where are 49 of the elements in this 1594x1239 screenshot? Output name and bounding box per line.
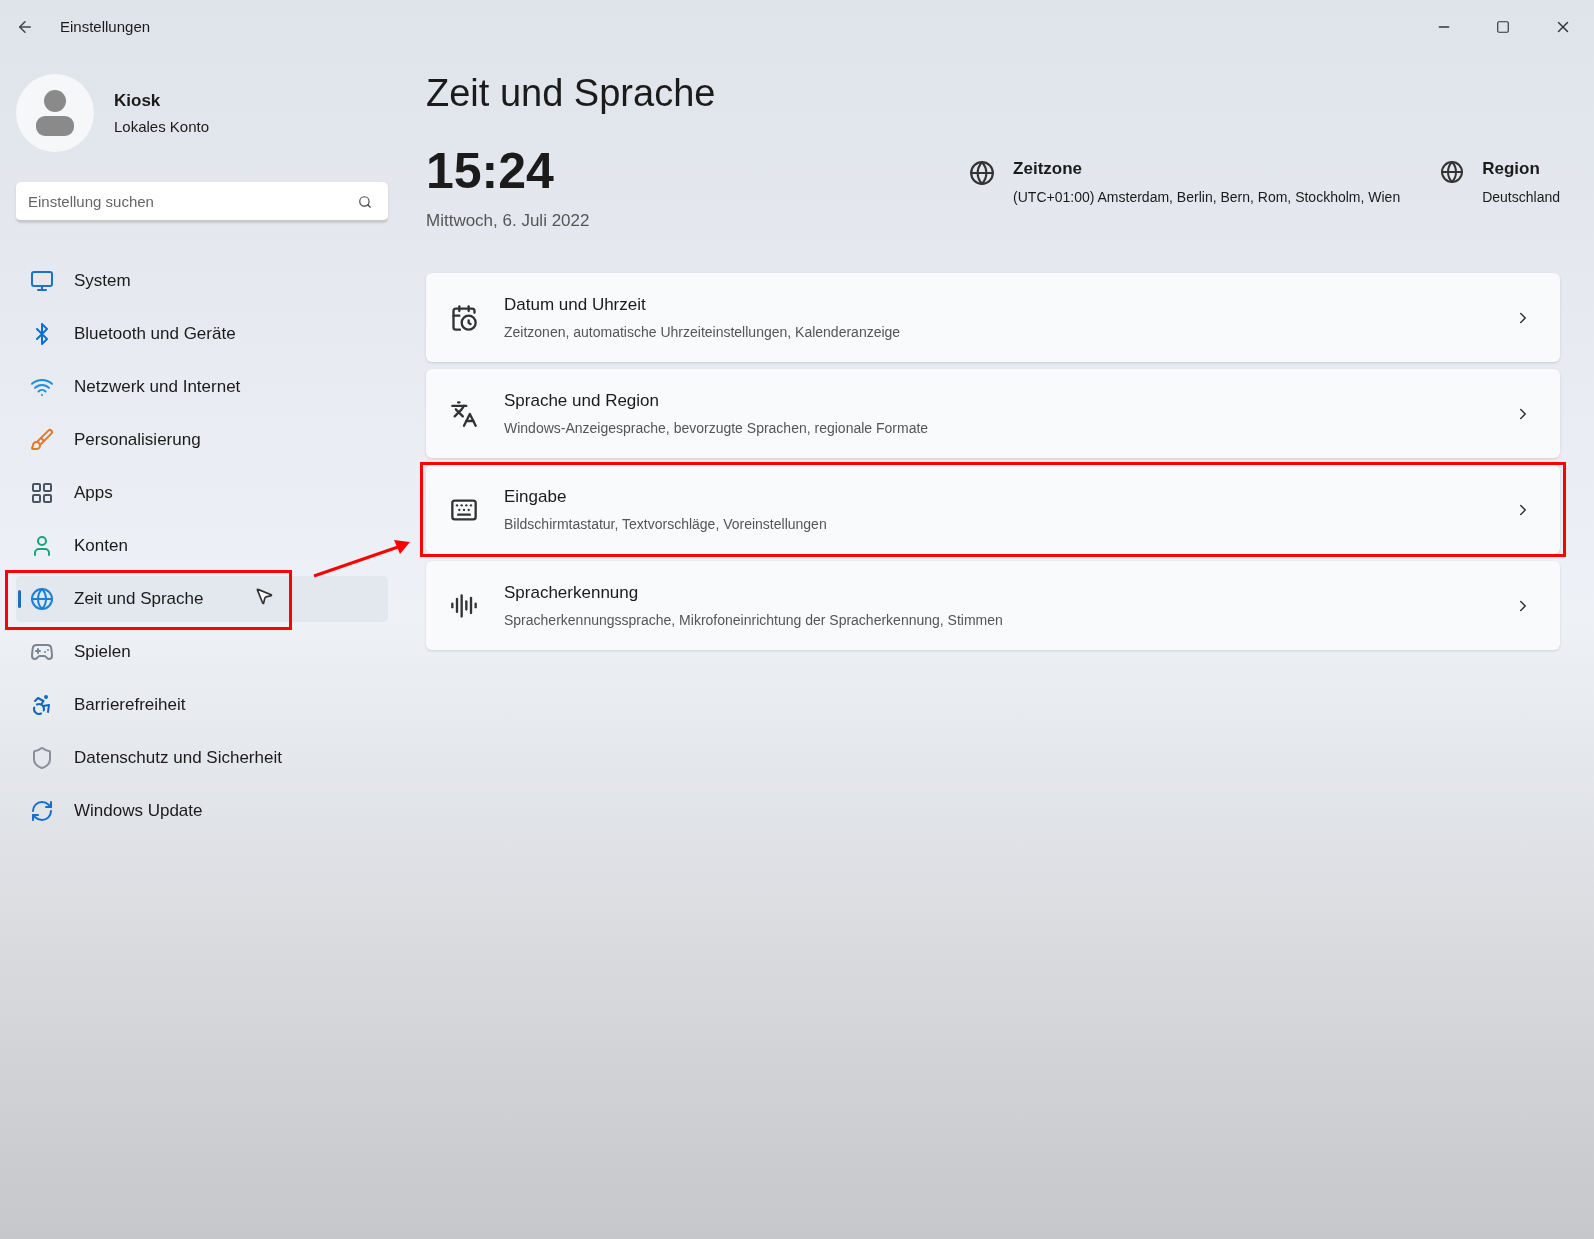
card-subtitle: Windows-Anzeigesprache, bevorzugte Sprachen, regionale Formate: [504, 419, 929, 439]
page-title: Zeit und Sprache: [426, 71, 717, 116]
settings-card[interactable]: Spracherkennung Spracherkennungssprache, Mikrofoneinrichtung der Spracherkennung, Stimmen: [426, 561, 1560, 650]
nav-item[interactable]: Netzwerk und Internet: [16, 364, 388, 410]
globe-icon: [1440, 159, 1465, 184]
nav-item[interactable]: Spielen: [16, 629, 388, 675]
settings-card[interactable]: Datum und Uhrzeit Zeitzonen, automatische Uhrzeiteinstellungen, Kalenderanzeige: [426, 273, 1560, 362]
clock-time: 15:24: [426, 145, 555, 196]
card-subtitle: Bildschirmtastatur, Textvorschläge, Voreinstellungen: [504, 515, 827, 535]
maximize-icon[interactable]: [1496, 20, 1510, 34]
account-name: Kiosk: [114, 90, 162, 112]
window-title: Einstellungen: [60, 16, 151, 37]
back-icon[interactable]: [16, 18, 34, 36]
nav-item[interactable]: Konten: [16, 523, 388, 569]
nav-item[interactable]: Datenschutz und Sicherheit: [16, 735, 388, 781]
apps-icon: [30, 481, 54, 505]
timezone-value: (UTC+01:00) Amsterdam, Berlin, Bern, Rom, Stockholm, Wien: [1013, 188, 1401, 207]
nav-item[interactable]: Barrierefreiheit: [16, 682, 388, 728]
update-icon: [30, 799, 54, 823]
card-subtitle: Spracherkennungssprache, Mikrofoneinrichtung der Spracherkennung, Stimmen: [504, 611, 1003, 631]
card-title: Eingabe: [504, 485, 568, 508]
search-icon[interactable]: [358, 195, 372, 209]
search-field[interactable]: Einstellung suchen: [16, 182, 388, 222]
nav-item[interactable]: Apps: [16, 470, 388, 516]
account-type: Lokales Konto: [114, 116, 210, 137]
card-title: Spracherkennung: [504, 581, 640, 604]
nav-item[interactable]: Bluetooth und Geräte: [16, 311, 388, 357]
timezone-label: Zeitzone: [1013, 157, 1084, 180]
monitor-icon: [30, 269, 54, 293]
nav-item[interactable]: Zeit und Sprache: [16, 576, 388, 622]
region-label: Region: [1482, 157, 1541, 180]
nav-item[interactable]: Personalisierung: [16, 417, 388, 463]
selection-indicator: [18, 590, 21, 608]
shield-icon: [30, 746, 54, 770]
card-subtitle: Zeitzonen, automatische Uhrzeiteinstellungen, Kalenderanzeige: [504, 323, 901, 343]
calendar-clock-icon: [450, 303, 478, 332]
speech-icon: [450, 591, 478, 620]
region-value: Deutschland: [1482, 188, 1560, 207]
nav-item[interactable]: System: [16, 258, 388, 304]
settings-card[interactable]: Eingabe Bildschirmtastatur, Textvorschläge, Voreinstellungen: [426, 465, 1560, 554]
nav-item[interactable]: Windows Update: [16, 788, 388, 834]
settings-card[interactable]: Sprache und Region Windows-Anzeigesprache, bevorzugte Sprachen, regionale Formate: [426, 369, 1560, 458]
language-icon: [450, 399, 478, 428]
brush-icon: [30, 428, 54, 452]
timezone-icon: [969, 159, 996, 186]
clock-date: Mittwoch, 6. Juli 2022: [426, 209, 590, 232]
person-icon: [34, 89, 76, 137]
card-title: Datum und Uhrzeit: [504, 293, 647, 316]
card-title: Sprache und Region: [504, 389, 660, 412]
